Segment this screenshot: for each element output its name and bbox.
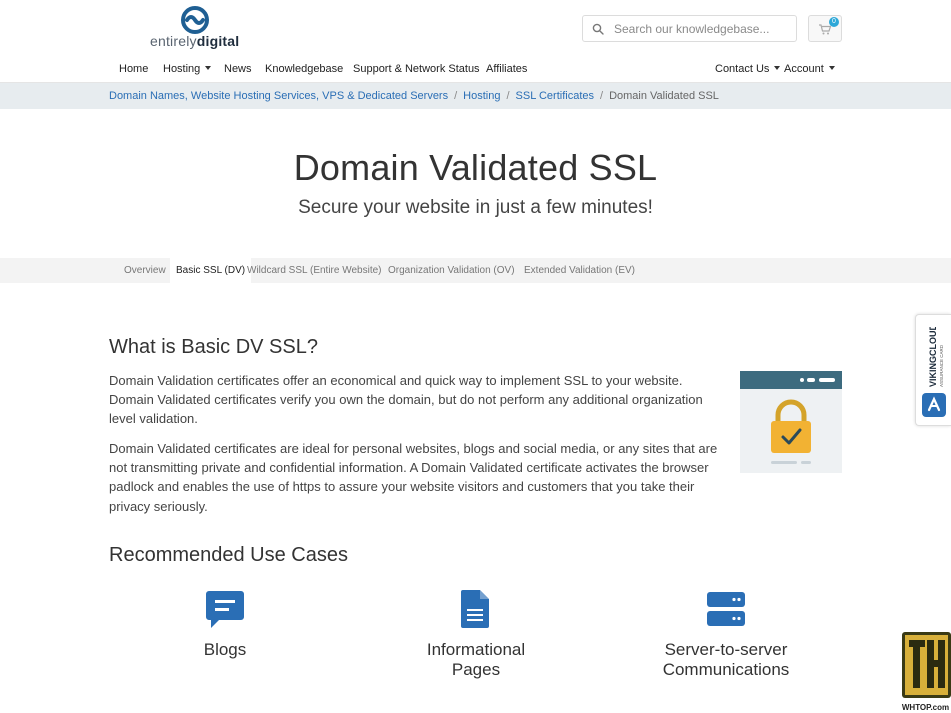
- breadcrumb-current: Domain Validated SSL: [609, 90, 719, 102]
- paragraph-intro: Domain Validation certificates offer an …: [109, 373, 703, 427]
- badge-brand: VIKINGCLOUD: [928, 327, 938, 387]
- chevron-down-icon: [205, 66, 212, 70]
- chevron-down-icon: [828, 66, 835, 70]
- chat-icon: [206, 591, 244, 628]
- hero: Domain Validated SSL Secure your website…: [0, 109, 951, 258]
- badge-sub: ASSURANCE CARD: [939, 344, 944, 387]
- tab-wildcard-ssl[interactable]: Wildcard SSL (Entire Website): [241, 258, 388, 283]
- use-case-informational-pages: Informational Pages: [396, 589, 556, 679]
- page-subtitle: Secure your website in just a few minute…: [298, 197, 653, 218]
- breadcrumb-ssl[interactable]: SSL Certificates: [516, 90, 594, 102]
- tab-basic-ssl[interactable]: Basic SSL (DV): [170, 258, 252, 283]
- nav-account[interactable]: Account: [784, 63, 835, 75]
- nav-news[interactable]: News: [224, 63, 252, 75]
- use-case-server-to-server: Server-to-server Communications: [646, 589, 806, 679]
- document-icon: [461, 590, 489, 628]
- whtop-watermark-logo: WHTOP.com: [902, 632, 951, 712]
- breadcrumb-hosting[interactable]: Hosting: [463, 90, 500, 102]
- watermark-text: WHTOP.com: [902, 703, 949, 712]
- logo-text: entirelydigital: [150, 33, 239, 49]
- vikingcloud-logo-icon: [922, 393, 946, 417]
- knowledgebase-search: [582, 15, 797, 42]
- breadcrumb-separator: /: [600, 90, 604, 102]
- logo-mark-icon: [181, 6, 209, 34]
- server-icon: [707, 592, 745, 626]
- use-case-blogs: Blogs: [145, 589, 305, 660]
- brand-logo[interactable]: entirelydigital: [150, 6, 242, 50]
- use-case-label: Informational Pages: [426, 640, 526, 679]
- breadcrumb-home[interactable]: Domain Names, Website Hosting Services, …: [109, 90, 448, 102]
- tab-extended-validation[interactable]: Extended Validation (EV): [518, 258, 641, 283]
- nav-account-label: Account: [784, 63, 824, 75]
- search-input[interactable]: [614, 19, 789, 38]
- page-title: Domain Validated SSL: [293, 147, 658, 188]
- ssl-tabs: Overview Basic SSL (DV) Wildcard SSL (En…: [0, 258, 951, 283]
- search-icon[interactable]: [592, 23, 604, 35]
- vikingcloud-wordmark: VIKINGCLOUD ASSURANCE CARD: [928, 327, 944, 387]
- nav-support[interactable]: Support & Network Status: [353, 63, 480, 75]
- breadcrumb: Domain Names, Website Hosting Services, …: [0, 83, 951, 109]
- nav-affiliates[interactable]: Affiliates: [486, 63, 527, 75]
- section-title-use-cases: Recommended Use Cases: [109, 544, 348, 566]
- cart-button[interactable]: 0: [808, 15, 842, 42]
- logo-text-bold: digital: [196, 33, 240, 49]
- logo-text-light: entirely: [150, 33, 197, 49]
- chevron-down-icon: [774, 66, 781, 70]
- main-nav: Home Hosting News Knowledgebase Support …: [0, 58, 951, 83]
- nav-home[interactable]: Home: [119, 63, 148, 75]
- cart-icon: [819, 24, 831, 35]
- breadcrumb-separator: /: [454, 90, 458, 102]
- nav-hosting-label: Hosting: [163, 63, 201, 75]
- nav-contact[interactable]: Contact Us: [715, 63, 781, 75]
- paragraph-details: Domain Validated certificates are ideal …: [109, 441, 718, 514]
- vikingcloud-badge[interactable]: VIKINGCLOUD ASSURANCE CARD: [915, 314, 951, 426]
- cart-count-badge: 0: [829, 17, 839, 27]
- nav-contact-label: Contact Us: [715, 63, 770, 75]
- site-header: entirelydigital 0: [0, 0, 951, 58]
- ssl-padlock-illustration: [740, 371, 842, 473]
- tab-organization-validation[interactable]: Organization Validation (OV): [382, 258, 521, 283]
- section-title-what: What is Basic DV SSL?: [109, 336, 318, 358]
- use-case-label: Blogs: [203, 640, 247, 659]
- nav-hosting[interactable]: Hosting: [163, 63, 212, 75]
- use-case-label: Server-to-server Communications: [662, 640, 790, 679]
- nav-knowledgebase[interactable]: Knowledgebase: [265, 63, 343, 75]
- breadcrumb-separator: /: [506, 90, 510, 102]
- tab-overview[interactable]: Overview: [118, 258, 172, 283]
